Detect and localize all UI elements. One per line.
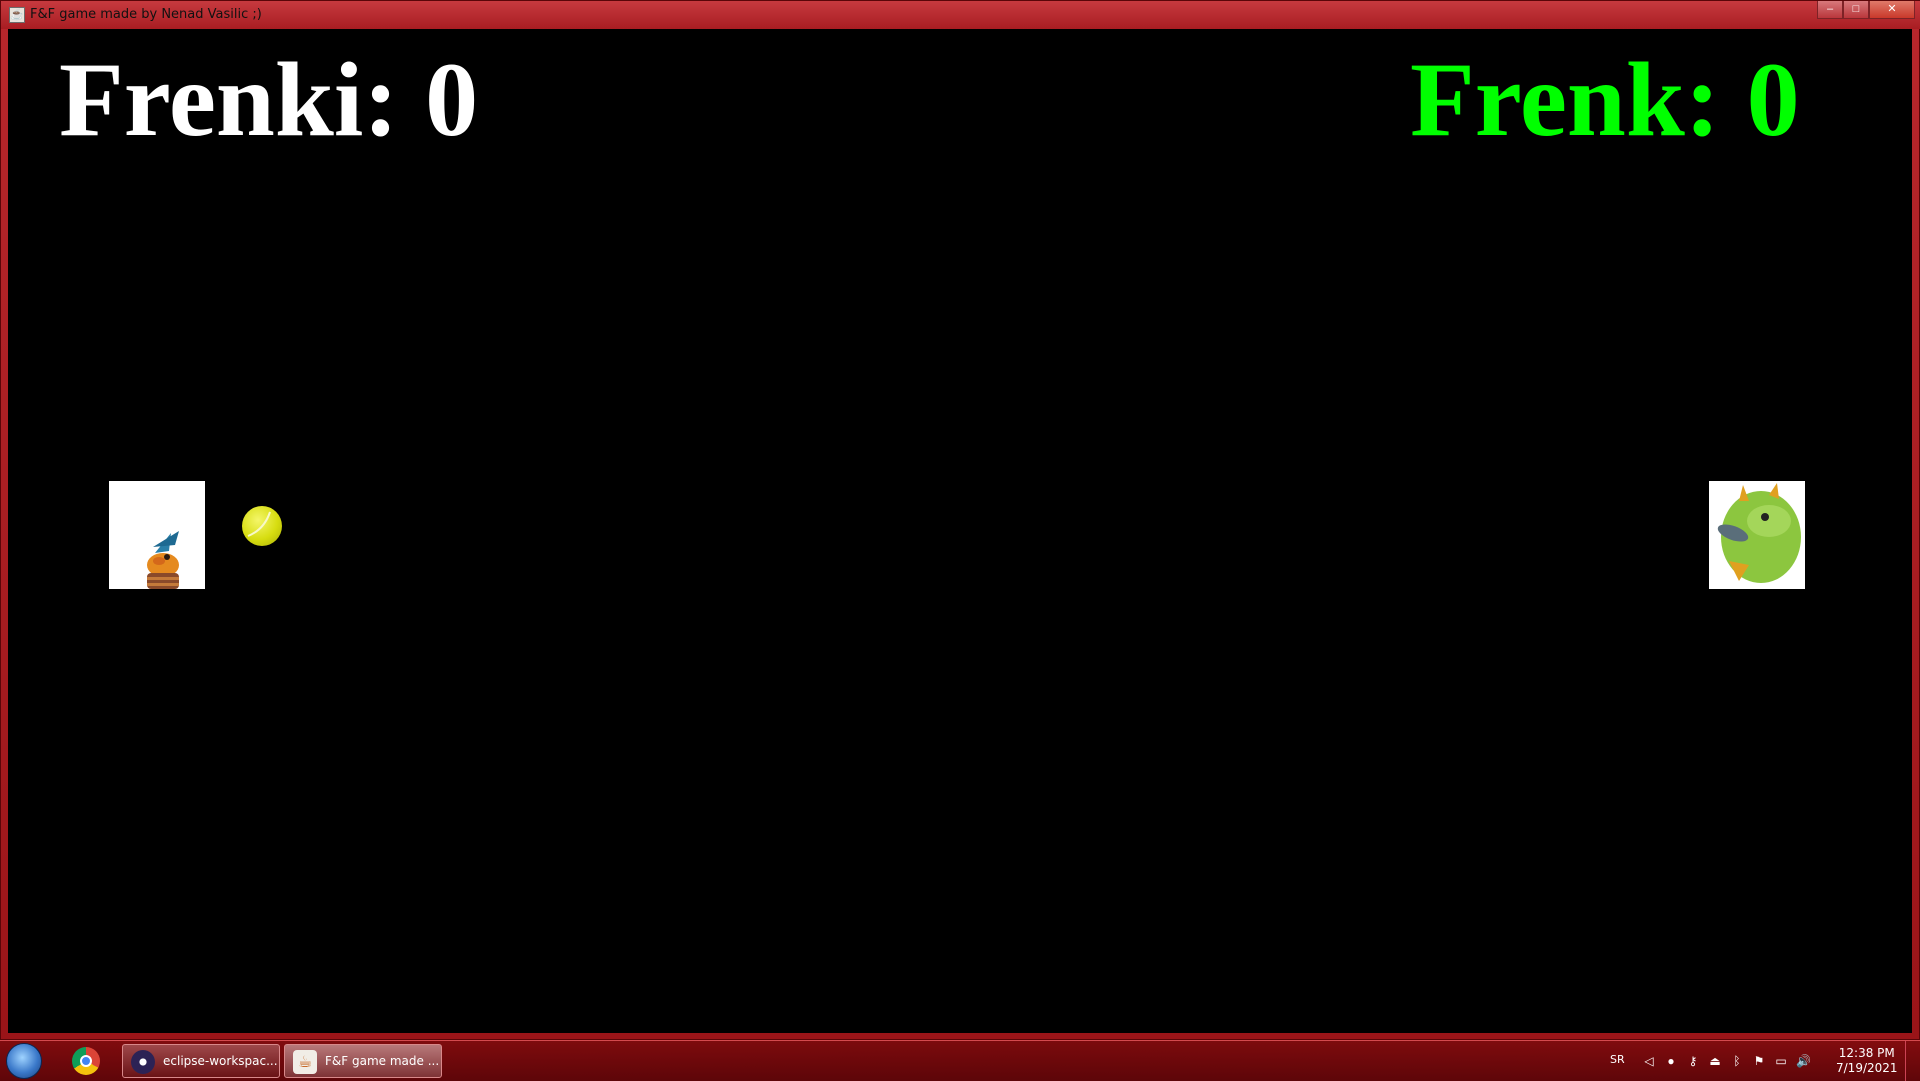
window-controls: – □ ✕	[1817, 1, 1915, 21]
clock[interactable]: 12:38 PM 7/19/2021	[1836, 1046, 1898, 1076]
minimize-button[interactable]: –	[1817, 1, 1843, 19]
chrome-icon[interactable]	[72, 1047, 100, 1075]
green-monster-icon	[1709, 481, 1805, 589]
system-tray: ◁ ● ⚷ ⏏ ᛒ ⚑ ▭ 🔊	[1642, 1054, 1811, 1068]
close-button[interactable]: ✕	[1869, 1, 1915, 19]
score-left: Frenki: 0	[59, 41, 479, 158]
orange-bird-icon	[109, 481, 205, 589]
window-title: F&F game made by Nenad Vasilic ;)	[30, 7, 262, 22]
paddle-left	[109, 481, 205, 589]
clock-date: 7/19/2021	[1836, 1061, 1898, 1075]
usb-icon[interactable]: ⏏	[1708, 1054, 1722, 1068]
paddle-right	[1709, 481, 1805, 589]
show-desktop-button[interactable]	[1905, 1041, 1920, 1081]
java-app-icon: ☕	[9, 7, 25, 23]
visual-studio-icon[interactable]: ◁	[1642, 1054, 1656, 1068]
language-indicator[interactable]: SR	[1610, 1053, 1625, 1066]
taskbar-item-label: F&F game made ...	[325, 1054, 440, 1068]
tennis-ball	[242, 506, 282, 546]
taskbar: eclipse-workspac... ☕ F&F game made ... …	[0, 1040, 1920, 1081]
java-icon: ☕	[293, 1050, 317, 1074]
action-center-flag-icon[interactable]: ⚑	[1752, 1054, 1766, 1068]
volume-icon[interactable]: 🔊	[1796, 1054, 1811, 1068]
bluetooth-icon[interactable]: ᛒ	[1730, 1054, 1744, 1068]
taskbar-item-game[interactable]: ☕ F&F game made ...	[284, 1044, 442, 1078]
score-right: Frenk: 0	[1410, 41, 1800, 158]
clock-time: 12:38 PM	[1838, 1046, 1895, 1060]
game-canvas[interactable]: Frenki: 0 Frenk: 0	[8, 29, 1912, 1033]
start-button[interactable]	[6, 1043, 42, 1079]
title-bar[interactable]: ☕ F&F game made by Nenad Vasilic ;) – □ …	[1, 1, 1920, 29]
network-icon[interactable]: ▭	[1774, 1054, 1788, 1068]
network-share-icon[interactable]: ⚷	[1686, 1054, 1700, 1068]
maximize-button[interactable]: □	[1843, 1, 1869, 19]
game-window: ☕ F&F game made by Nenad Vasilic ;) – □ …	[0, 0, 1920, 1040]
eclipse-icon	[131, 1050, 155, 1074]
taskbar-item-eclipse[interactable]: eclipse-workspac...	[122, 1044, 280, 1078]
security-icon[interactable]: ●	[1664, 1054, 1678, 1068]
taskbar-item-label: eclipse-workspac...	[163, 1054, 278, 1068]
tennis-ball-icon	[247, 511, 271, 537]
